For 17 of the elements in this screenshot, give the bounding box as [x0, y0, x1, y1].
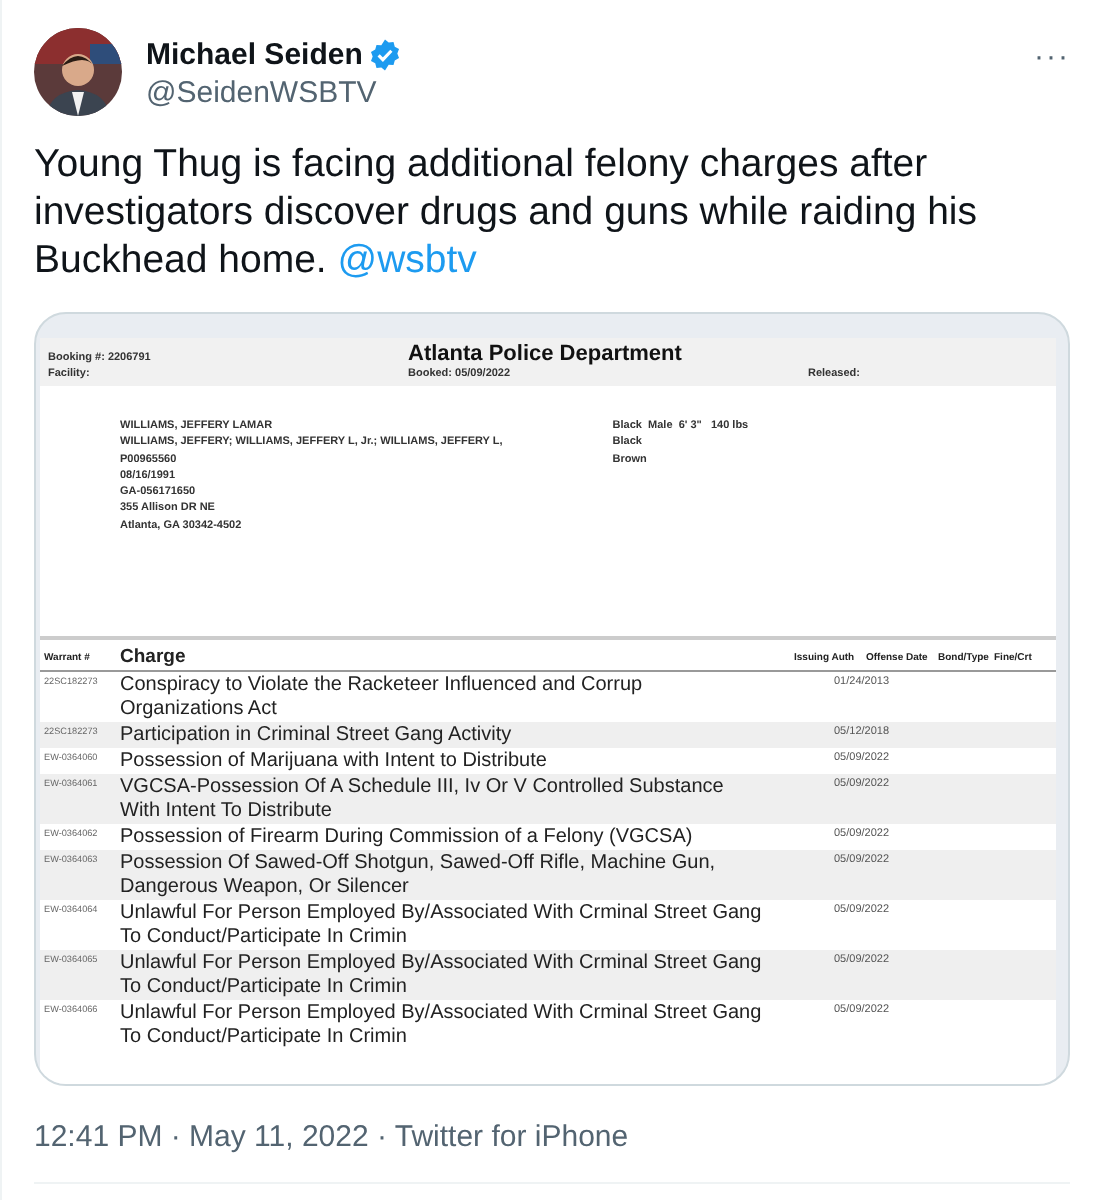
- tweet-timestamp[interactable]: 12:41 PM · May 11, 2022 · Twitter for iPhone: [34, 1120, 629, 1154]
- charge-text: Unlawful For Person Employed By/Associated With Crminal Street Gang To Conduct/Participate In Crimin: [120, 952, 764, 1000]
- tweet-text: Young Thug is facing additional felony charges after investigators discover drugs and guns while raiding his Buckhead home. @wsbtv: [34, 140, 980, 284]
- charge-text: Possession Of Sawed-Off Shotgun, Sawed-Off Rifle, Machine Gun, Dangerous Weapon, Or Silencer: [120, 852, 718, 900]
- agency-title: Atlanta Police Department: [408, 342, 684, 366]
- charge-text: Conspiracy to Violate the Racketeer Influenced and Corrup Organizations Act: [120, 674, 645, 722]
- avatar[interactable]: [34, 28, 122, 116]
- charge-text: Participation in Criminal Street Gang Activity: [120, 724, 514, 748]
- more-options[interactable]: ···: [1034, 28, 1070, 74]
- charge-text: Possession of Firearm During Commission of a Felony (VGCSA): [120, 826, 695, 850]
- charge-text: Possession of Marijuana with Intent to Distribute: [120, 750, 549, 774]
- charge-text: VGCSA-Possession Of A Schedule III, Iv Or V Controlled Substance With Intent To Distribute: [120, 776, 726, 824]
- author-handle[interactable]: @SeidenWSBTV: [146, 76, 1010, 110]
- charge-text: Unlawful For Person Employed By/Associated With Crminal Street Gang To Conduct/Participate In Crimin: [120, 1002, 764, 1050]
- column-header: Charge: [120, 648, 188, 668]
- author-name[interactable]: Michael Seiden: [146, 38, 363, 72]
- charge-text: Unlawful For Person Employed By/Associated With Crminal Street Gang To Conduct/Participate In Crimin: [120, 902, 764, 950]
